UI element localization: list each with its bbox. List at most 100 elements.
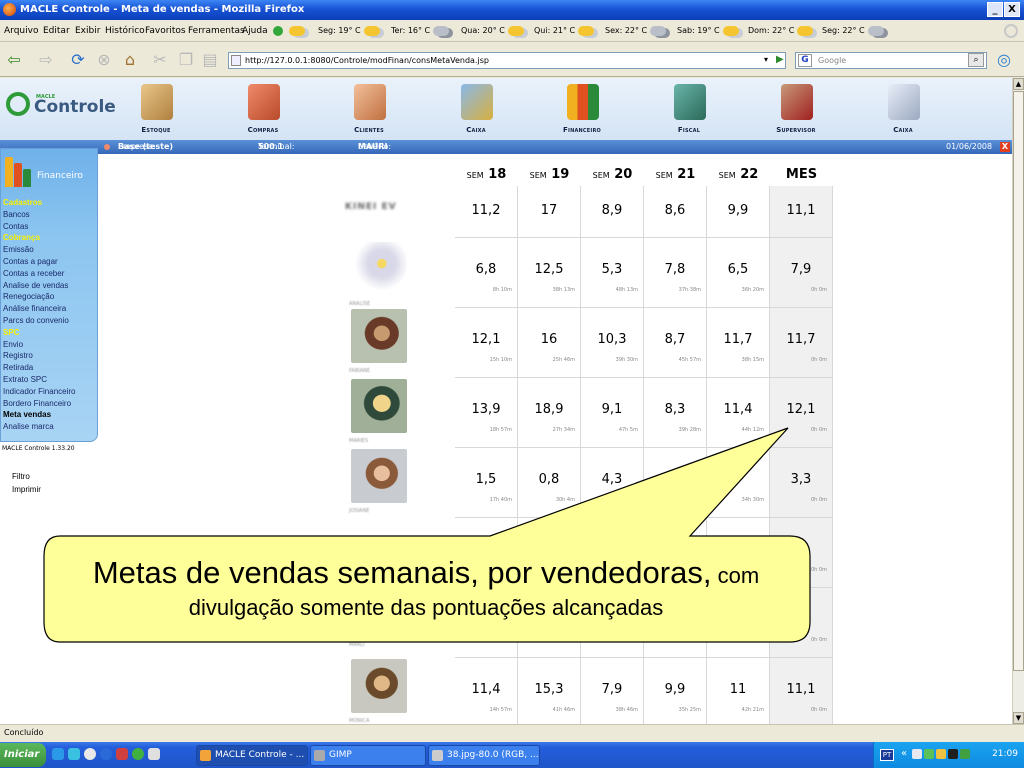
paste-icon[interactable]: ▤ (200, 51, 220, 69)
sidebar-item[interactable]: Meta vendas (3, 409, 97, 421)
table-cell: 12,1 0h 0m (770, 378, 833, 448)
reload-icon[interactable]: ⟳ (68, 51, 88, 69)
home-icon[interactable]: ⌂ (120, 51, 140, 69)
table-cell: 5,3 48h 13m (581, 238, 644, 308)
table-cell: 9,9 35h 25m (644, 658, 707, 724)
weather-day-2[interactable]: Ter: 16° C (391, 24, 450, 38)
media-icon[interactable] (100, 748, 112, 760)
search-magnifier-icon[interactable]: ⌕ (968, 53, 984, 67)
weather-day-4[interactable]: Qui: 21° C (534, 24, 595, 38)
module-estoque-button[interactable]: Estoque (121, 78, 191, 140)
scroll-up-icon[interactable]: ▲ (1013, 78, 1024, 90)
scroll-down-icon[interactable]: ▼ (1013, 712, 1024, 724)
module-compras-button[interactable]: Compras (228, 78, 298, 140)
sidebar-item[interactable]: Extrato SPC (3, 374, 97, 386)
task-gimp[interactable]: GIMP (310, 745, 426, 766)
weather-day-5[interactable]: Sex: 22° C (605, 24, 667, 38)
module-caixa-button[interactable]: Caixa (441, 78, 511, 140)
copy-icon[interactable]: ❐ (176, 51, 196, 69)
forward-arrow-icon[interactable]: ⇨ (36, 51, 56, 69)
weather-status-icon[interactable] (270, 24, 305, 38)
sidebar-item[interactable]: Analise marca (3, 421, 97, 433)
sidebar-item[interactable]: Registro (3, 350, 97, 362)
score-value: 11,1 (786, 682, 816, 697)
score-value: 7,8 (664, 262, 686, 277)
url-input[interactable]: http://127.0.0.1:8080/Controle/modFinan/… (228, 52, 786, 69)
task-macle[interactable]: MACLE Controle - ... (196, 745, 308, 766)
weather-day-6[interactable]: Sab: 19° C (677, 24, 739, 38)
app-icon[interactable] (116, 748, 128, 760)
calc-icon[interactable] (148, 748, 160, 760)
filtro-link[interactable]: Filtro (12, 471, 41, 484)
google-icon[interactable]: G (798, 54, 812, 67)
terminal-info: Terminal: 500.1 (258, 142, 295, 151)
imprimir-link[interactable]: Imprimir (12, 484, 41, 497)
sidebar-item[interactable]: Parcs do convenio (3, 315, 97, 327)
sidebar-item[interactable]: Contas a receber (3, 268, 97, 280)
vertical-scrollbar[interactable]: ▲ ▼ (1012, 78, 1024, 724)
module-supervisor-button[interactable]: Supervisor (761, 78, 831, 140)
tray-icons[interactable] (912, 749, 982, 761)
status-dot-icon (104, 144, 110, 150)
module-fiscal-button[interactable]: Fiscal (654, 78, 724, 140)
tray-expand-icon[interactable]: « (901, 748, 907, 759)
menu-ferramentas[interactable]: Ferramentas (188, 26, 245, 36)
column-header: SEM 19 (518, 163, 581, 186)
desktop-icon[interactable] (84, 748, 96, 760)
app-header: MACLE Controle Estoque Compras Clientes … (0, 78, 1012, 140)
module-financeiro-button[interactable]: Financeiro (547, 78, 617, 140)
hours-value: 36h 20m (741, 287, 764, 293)
menu-exibir[interactable]: Exibir (75, 26, 100, 36)
start-button[interactable]: Iniciar (0, 743, 46, 767)
menu-bar: Arquivo Editar Exibir Histórico Favorito… (0, 20, 1024, 42)
sidebar-item[interactable]: Indicador Financeiro (3, 386, 97, 398)
cloud-icon (867, 25, 884, 36)
score-value: 6,8 (475, 262, 497, 277)
menu-arquivo[interactable]: Arquivo (4, 26, 38, 36)
quicklaunch-icon[interactable] (68, 748, 80, 760)
scroll-thumb[interactable] (1013, 91, 1024, 671)
stop-icon[interactable]: ⊗ (94, 51, 114, 69)
menu-ajuda[interactable]: Ajuda (242, 26, 268, 36)
cut-icon[interactable]: ✂ (150, 51, 170, 69)
hours-value: 41h 46m (552, 707, 575, 713)
app-green-icon[interactable] (132, 748, 144, 760)
go-arrow-icon[interactable]: ▶ (776, 53, 788, 67)
column-header-number: 21 (677, 167, 696, 182)
search-input[interactable]: G Google (795, 52, 987, 69)
financeiro-chart-icon (3, 153, 37, 187)
module-clientes-button[interactable]: Clientes (334, 78, 404, 140)
table-cell: 8,6 (644, 186, 707, 238)
sidebar-item[interactable]: Envio (3, 339, 97, 351)
extension-icon[interactable]: ◎ (994, 51, 1014, 69)
url-dropdown-icon[interactable]: ▾ (760, 53, 772, 67)
sidebar-item[interactable]: Bordero Financeiro (3, 398, 97, 410)
weather-day-8[interactable]: Seg: 22° C (822, 24, 884, 38)
hours-value: 38h 46m (615, 707, 638, 713)
score-value: 4,3 (601, 472, 623, 487)
ie-icon[interactable] (52, 748, 64, 760)
sidebar-item[interactable]: Análise financeira (3, 303, 97, 315)
weather-day-1[interactable]: Seg: 19° C (318, 24, 380, 38)
sidebar-item[interactable]: Emissão (3, 244, 97, 256)
hours-value: 37h 38m (678, 287, 701, 293)
sidebar-item[interactable]: Analise de vendas (3, 280, 97, 292)
language-indicator[interactable]: PT (880, 749, 894, 761)
sidebar-item[interactable]: Bancos (3, 209, 97, 221)
weather-day-3[interactable]: Qua: 20° C (461, 24, 524, 38)
module-caixa-2-button[interactable]: Caixa (868, 78, 938, 140)
sidebar-item[interactable]: Contas (3, 221, 97, 233)
close-button[interactable]: X (1004, 2, 1020, 17)
sidebar-item[interactable]: Contas a pagar (3, 256, 97, 268)
back-arrow-icon[interactable]: ⇦ (4, 51, 24, 69)
sidebar-item[interactable]: Retirada (3, 362, 97, 374)
menu-favoritos[interactable]: Favoritos (145, 26, 186, 36)
minimize-button[interactable]: _ (987, 2, 1003, 17)
task-image[interactable]: 38.jpg-80.0 (RGB, ... (428, 745, 540, 766)
menu-historico[interactable]: Histórico (105, 26, 145, 36)
menu-editar[interactable]: Editar (43, 26, 70, 36)
sidebar-item[interactable]: Renegociação (3, 291, 97, 303)
weather-day-7[interactable]: Dom: 22° C (748, 24, 814, 38)
logout-close-button[interactable]: X (1000, 142, 1010, 152)
table-cell (644, 448, 707, 518)
